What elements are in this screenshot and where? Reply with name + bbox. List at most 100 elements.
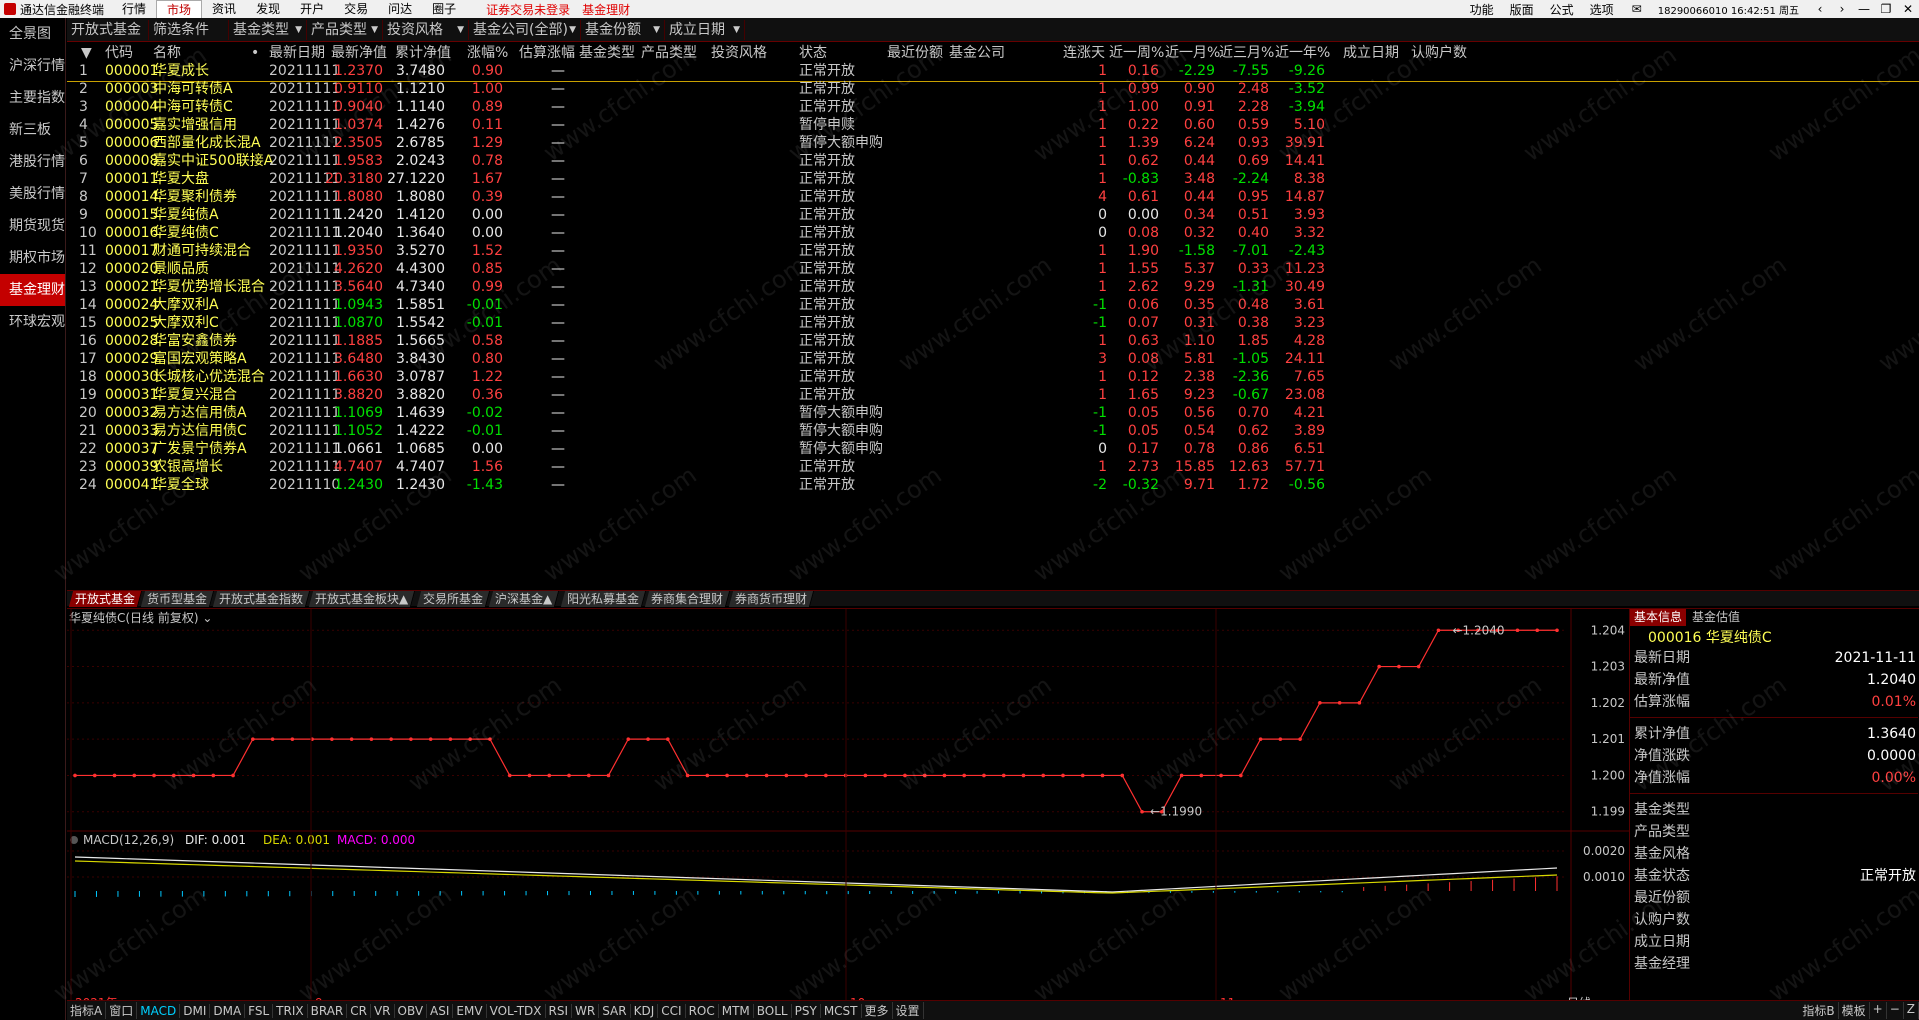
indicator-11[interactable]: ASI: [427, 1003, 454, 1018]
nav-line: [75, 629, 1557, 813]
indicator-8[interactable]: CR: [347, 1003, 371, 1018]
tab-1[interactable]: 货币型基金: [140, 591, 215, 607]
sidebar-item-8[interactable]: 基金理财: [0, 274, 65, 306]
filter-label: 成立日期: [669, 21, 725, 38]
menu-2[interactable]: 资讯: [202, 0, 246, 18]
forward-icon[interactable]: ›: [1831, 2, 1853, 16]
filter-1[interactable]: 筛选条件: [149, 19, 229, 40]
indicator-20[interactable]: MTM: [719, 1003, 754, 1018]
tab-label: 开放式基金: [75, 592, 136, 606]
cell-10: -0.32: [1122, 477, 1159, 493]
menu-6[interactable]: 问达: [378, 0, 422, 18]
minimize-icon[interactable]: —: [1853, 2, 1875, 16]
indicator-right-2[interactable]: +: [1870, 1002, 1887, 1019]
menu-1[interactable]: 市场: [156, 0, 203, 18]
indicator-right-3[interactable]: −: [1887, 1002, 1904, 1019]
indicator-1[interactable]: 窗口: [106, 1002, 138, 1019]
indicator-3[interactable]: DMI: [180, 1003, 211, 1018]
indicator-right-4[interactable]: Z: [1904, 1002, 1919, 1019]
right-menu-3[interactable]: 选项: [1582, 1, 1622, 18]
menu-3[interactable]: 发现: [246, 0, 290, 18]
filter-3[interactable]: 产品类型 ▼: [307, 19, 383, 40]
indicator-17[interactable]: KDJ: [631, 1003, 659, 1018]
indicator-24[interactable]: 更多: [862, 1002, 893, 1019]
back-icon[interactable]: ‹: [1809, 2, 1831, 16]
nav-point: [1179, 773, 1184, 778]
info-tab-0[interactable]: 基本信息: [1630, 609, 1687, 626]
nav-chart[interactable]: 1.204 1.203 1.202 1.201 1.200 1.199 ←1.2040 ←1.…: [67, 609, 1629, 1013]
nav-point: [942, 773, 947, 778]
indicator-6[interactable]: TRIX: [273, 1003, 308, 1018]
info-tab-1[interactable]: 基金估值: [1688, 609, 1744, 626]
right-menu-1[interactable]: 版面: [1502, 1, 1542, 18]
menu-5[interactable]: 交易: [334, 0, 378, 18]
sidebar-item-1[interactable]: 沪深行情: [0, 50, 65, 82]
mail-icon[interactable]: ✉: [1632, 2, 1642, 16]
chevron-down-icon: ▼: [457, 24, 464, 35]
tab-3[interactable]: 开放式基金板块▲: [308, 591, 416, 607]
y-tick-label: 1.199: [1591, 805, 1625, 819]
tab-8[interactable]: 券商货币理财: [728, 591, 815, 607]
cell-1: 000041: [105, 477, 159, 493]
trade-login-notice[interactable]: 证券交易未登录: [486, 1, 570, 18]
filter-5[interactable]: 基金公司(全部) ▼: [469, 19, 581, 40]
indicator-18[interactable]: CCI: [658, 1003, 686, 1018]
right-menu-0[interactable]: 功能: [1462, 1, 1502, 18]
nav-point: [863, 773, 868, 778]
indicator-10[interactable]: OBV: [395, 1003, 428, 1018]
nav-point: [191, 773, 196, 778]
indicator-14[interactable]: RSI: [546, 1003, 573, 1018]
nav-point: [132, 773, 137, 778]
info-row: 基金类型: [1634, 799, 1916, 821]
tab-2[interactable]: 开放式基金指数: [212, 591, 311, 607]
indicator-5[interactable]: FSL: [245, 1003, 274, 1018]
indicator-21[interactable]: BOLL: [754, 1003, 792, 1018]
fund-notice[interactable]: 基金理财: [582, 1, 630, 18]
filter-4[interactable]: 投资风格 ▼: [383, 19, 469, 40]
sidebar-item-6[interactable]: 期货现货: [0, 210, 65, 242]
tab-4[interactable]: 交易所基金: [416, 591, 491, 607]
filter-6[interactable]: 基金份额 ▼: [581, 19, 665, 40]
menu-4[interactable]: 开户: [290, 0, 334, 18]
y-tick-label: 1.204: [1591, 623, 1625, 637]
tab-5[interactable]: 沪深基金▲: [488, 591, 560, 607]
indicator-right-1[interactable]: 模板: [1839, 1002, 1870, 1019]
sidebar-item-9[interactable]: 环球宏观: [0, 306, 65, 338]
cell-6: -1.43: [466, 477, 503, 493]
sidebar-item-7[interactable]: 期权市场: [0, 242, 65, 274]
menu-0[interactable]: 行情: [112, 0, 156, 18]
sidebar-item-3[interactable]: 新三板: [0, 114, 65, 146]
filter-7[interactable]: 成立日期 ▼: [665, 19, 745, 40]
indicator-right-0[interactable]: 指标B: [1799, 1002, 1839, 1019]
sidebar-item-4[interactable]: 港股行情: [0, 146, 65, 178]
sidebar-item-0[interactable]: 全景图: [0, 18, 65, 50]
sidebar-item-2[interactable]: 主要指数: [0, 82, 65, 114]
indicator-15[interactable]: WR: [572, 1003, 600, 1018]
indicator-22[interactable]: PSY: [792, 1003, 821, 1018]
restore-icon[interactable]: ❐: [1875, 2, 1897, 16]
indicator-9[interactable]: VR: [371, 1003, 395, 1018]
indicator-25[interactable]: 设置: [893, 1002, 924, 1019]
tab-7[interactable]: 券商集合理财: [644, 591, 731, 607]
indicator-23[interactable]: MCST: [821, 1003, 862, 1018]
filter-0[interactable]: 开放式基金: [67, 19, 149, 40]
indicator-2[interactable]: MACD: [137, 1003, 181, 1018]
indicator-7[interactable]: BRAR: [308, 1003, 348, 1018]
tab-6[interactable]: 阳光私募基金: [560, 591, 647, 607]
indicator-0[interactable]: 指标A: [67, 1002, 107, 1019]
indicator-16[interactable]: SAR: [599, 1003, 631, 1018]
tab-0[interactable]: 开放式基金: [68, 591, 143, 607]
indicator-19[interactable]: ROC: [686, 1003, 719, 1018]
min-label: ←1.1990: [1150, 805, 1202, 819]
filter-2[interactable]: 基金类型 ▼: [229, 19, 307, 40]
indicator-4[interactable]: DMA: [210, 1003, 246, 1018]
table-row[interactable]: 24 000041 华夏全球 20211110 1.2430 1.2430 -1.43— 正常…: [67, 474, 1919, 496]
close-icon[interactable]: ✕: [1897, 2, 1919, 16]
indicator-13[interactable]: VOL-TDX: [487, 1003, 546, 1018]
indicator-12[interactable]: EMV: [453, 1003, 487, 1018]
menu-7[interactable]: 圈子: [422, 0, 466, 18]
tab-label: 开放式基金指数: [219, 592, 304, 606]
sidebar-item-5[interactable]: 美股行情: [0, 178, 65, 210]
right-menu-2[interactable]: 公式: [1542, 1, 1582, 18]
cell-4: 1.2430: [334, 477, 383, 493]
